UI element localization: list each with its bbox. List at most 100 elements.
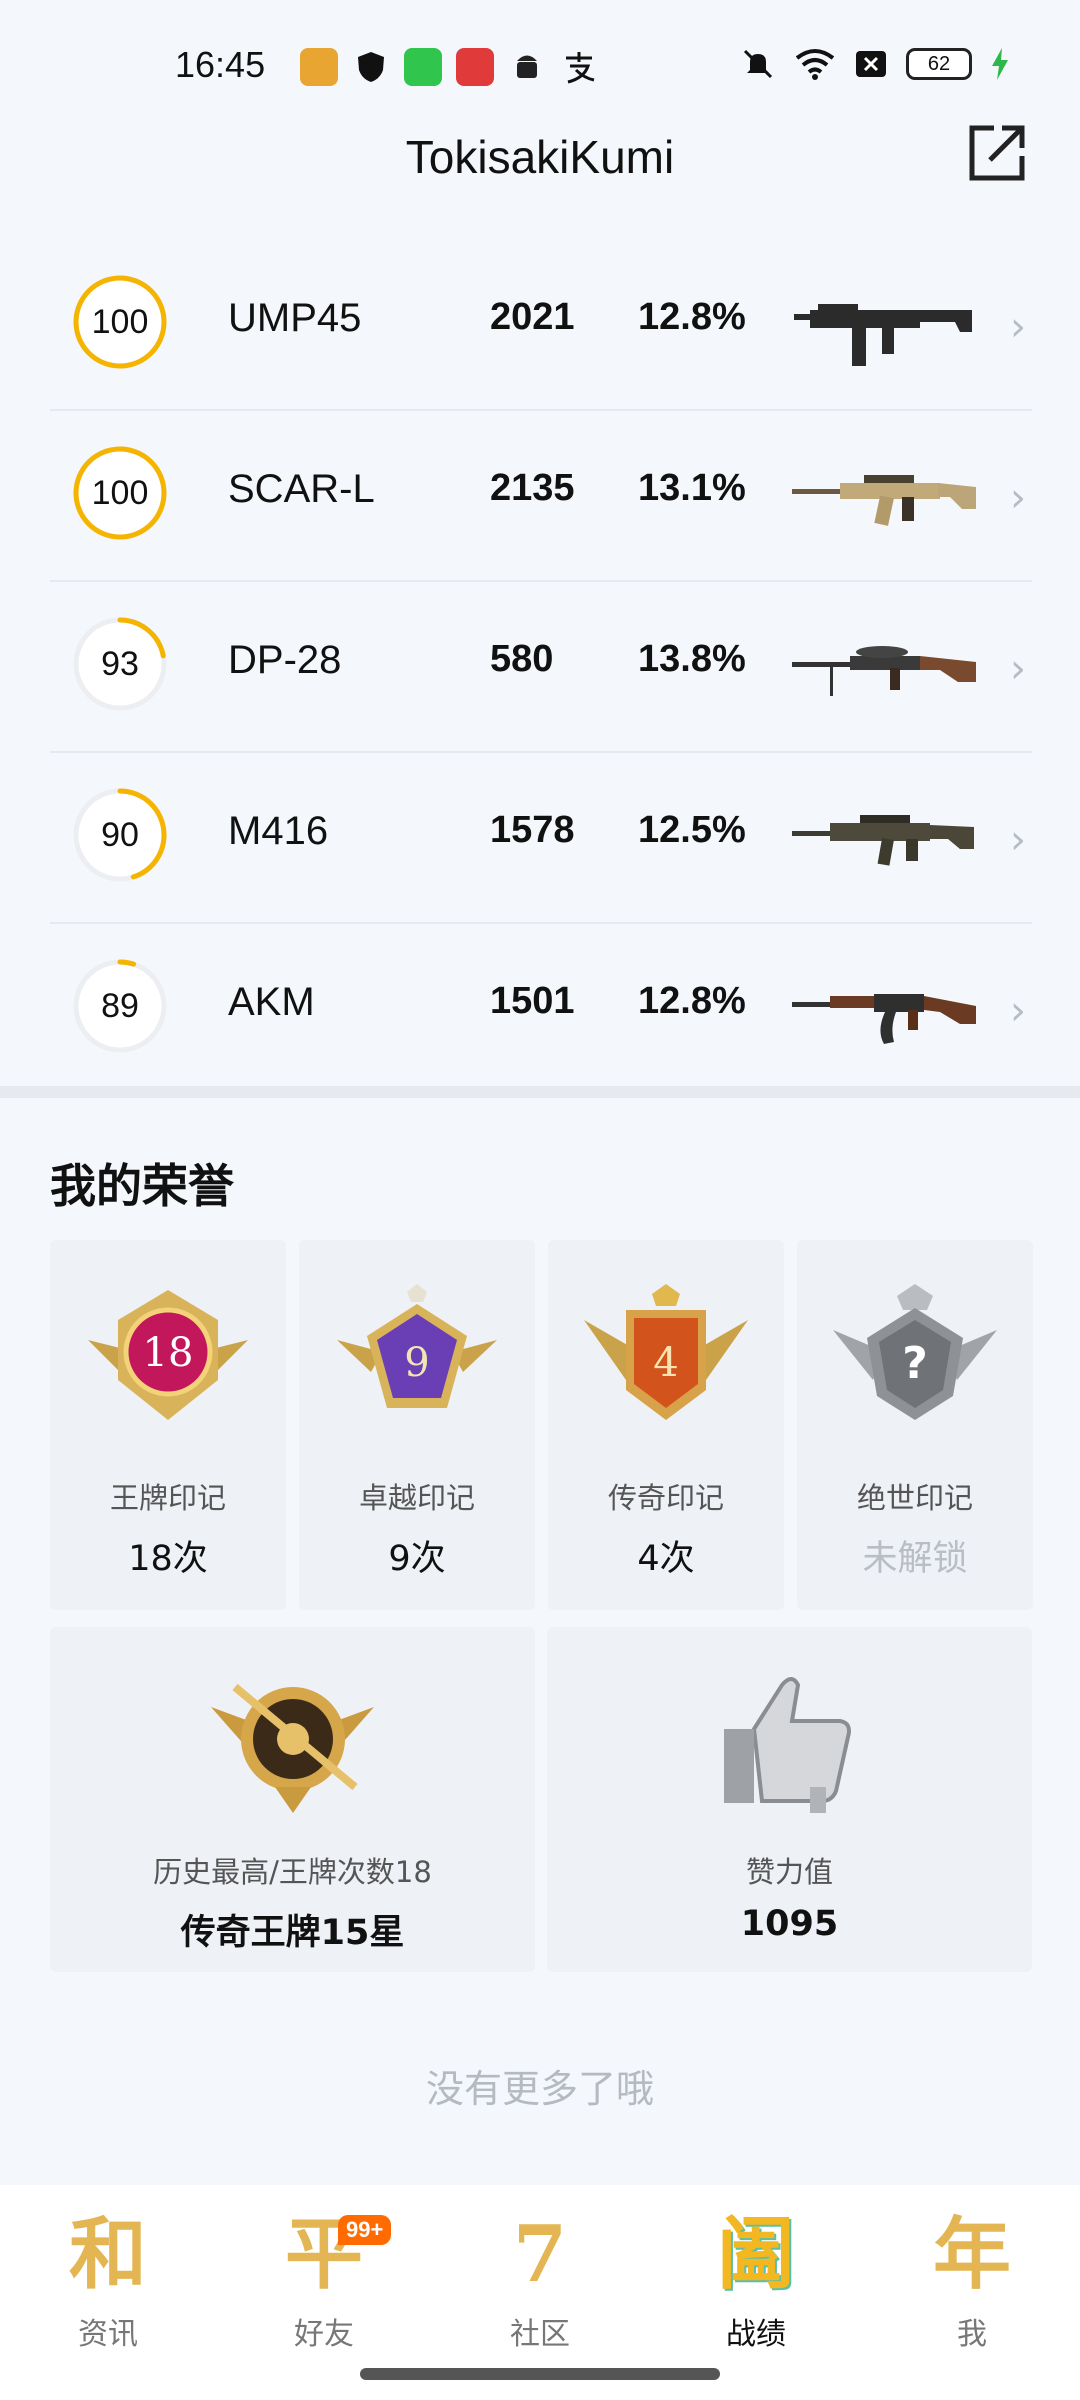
music-app-icon <box>456 48 494 86</box>
badge-number: 18 <box>143 1330 194 1376</box>
section-divider <box>0 1086 1080 1098</box>
likes-label: 赞力值 <box>745 1855 833 1889</box>
share-icon[interactable] <box>966 122 1028 184</box>
rifle-icon <box>792 475 976 526</box>
rank-emblem-icon <box>211 1683 374 1813</box>
proficiency-score: 100 <box>91 302 149 341</box>
honor-card[interactable]: ? 绝世印记 未解锁 <box>797 1240 1033 1610</box>
weapon-kills: 1501 <box>490 980 575 1022</box>
highest-rank-label: 历史最高/王牌次数18 <box>153 1855 432 1889</box>
chevron-right-icon: › <box>1010 304 1026 350</box>
mute-icon <box>743 49 773 79</box>
badge-number: 4 <box>653 1340 678 1386</box>
shield-icon <box>352 48 390 86</box>
nav-label: 战绩 <box>726 2317 786 2352</box>
honor-value: 18次 <box>128 1539 208 1579</box>
sim-icon <box>856 51 886 77</box>
weapon-row[interactable]: 100 UMP45 2021 12.8% › <box>50 240 1032 411</box>
ak-icon <box>792 994 976 1044</box>
excellent-badge-icon: 9 <box>337 1284 497 1408</box>
chat-app-icon <box>404 48 442 86</box>
weapon-row[interactable]: 90 M416 1578 12.5% › <box>50 753 1032 924</box>
weapon-name: AKM <box>228 980 315 1024</box>
weapon-rate: 12.8% <box>638 980 746 1022</box>
proficiency-score: 90 <box>101 815 139 854</box>
news-icon: 和 <box>68 2209 147 2300</box>
chevron-right-icon: › <box>1010 988 1026 1034</box>
likes-value: 1095 <box>740 1904 839 1944</box>
proficiency-score: 93 <box>101 644 139 683</box>
weapon-kills: 1578 <box>490 809 575 851</box>
weapon-row[interactable]: 89 AKM 1501 12.8% › <box>50 924 1032 1095</box>
locked-badge-icon: ? <box>833 1284 997 1420</box>
chevron-right-icon: › <box>1010 817 1026 863</box>
end-of-list-text: 没有更多了哦 <box>425 2067 654 2111</box>
weapon-kills: 580 <box>490 638 554 680</box>
badge-number: ? <box>902 1338 928 1389</box>
page-header: TokisakiKumi <box>0 120 1080 200</box>
me-icon: 年 <box>932 2209 1011 2300</box>
honor-value: 4次 <box>637 1539 695 1579</box>
bottom-nav: 和 资讯 平 好友 99+ 7 社区 阖 战绩 年 我 <box>0 2185 1080 2400</box>
highest-rank-card[interactable]: 历史最高/王牌次数18 传奇王牌15星 <box>50 1627 535 1972</box>
weapon-kills: 2021 <box>490 296 575 338</box>
weapon-name: M416 <box>228 809 329 853</box>
nav-label: 社区 <box>510 2317 570 2352</box>
weapon-name: UMP45 <box>228 296 362 340</box>
honor-label: 卓越印记 <box>358 1481 475 1515</box>
status-bar: 16:45 62 <box>0 0 1080 130</box>
wifi-icon <box>795 49 835 80</box>
thumbs-up-icon <box>724 1677 851 1813</box>
honor-card[interactable]: 18 王牌印记 18次 <box>50 1240 286 1610</box>
smg-icon <box>794 304 972 366</box>
nav-label: 资讯 <box>78 2317 138 2352</box>
game-app-icon <box>300 48 338 86</box>
record-icon: 阖 <box>716 2209 795 2300</box>
nav-item-news[interactable]: 和 资讯 <box>38 2205 178 2353</box>
status-time: 16:45 <box>175 44 266 85</box>
honor-grid: 18 王牌印记 18次 9 卓越印记 9次 4 传奇印记 4次 ? 绝世印记 未… <box>50 1240 1033 1610</box>
ace-badge-icon: 18 <box>88 1290 248 1420</box>
community-icon: 7 <box>512 2209 568 2300</box>
highest-rank-value: 传奇王牌15星 <box>180 1913 405 1953</box>
weapon-rate: 12.5% <box>638 809 746 851</box>
honors-title: 我的荣誉 <box>50 1159 234 1213</box>
weapon-row[interactable]: 93 DP-28 580 13.8% › <box>50 582 1032 753</box>
android-icon <box>508 48 546 86</box>
badge-number: 9 <box>404 1340 429 1386</box>
page-title: TokisakiKumi <box>405 131 675 183</box>
honor-label: 绝世印记 <box>856 1481 973 1515</box>
weapon-name: DP-28 <box>228 638 342 682</box>
proficiency-score: 100 <box>91 473 149 512</box>
honor-wide-row: 历史最高/王牌次数18 传奇王牌15星 赞力值 1095 <box>50 1627 1032 1972</box>
weapon-rate: 13.1% <box>638 467 746 509</box>
nav-item-friends[interactable]: 平 好友 99+ <box>254 2205 394 2353</box>
notification-icons <box>300 48 598 86</box>
honor-value: 9次 <box>388 1539 446 1579</box>
weapon-rate: 12.8% <box>638 296 746 338</box>
honor-card[interactable]: 4 传奇印记 4次 <box>548 1240 784 1610</box>
chevron-right-icon: › <box>1010 646 1026 692</box>
home-indicator[interactable] <box>360 2368 720 2380</box>
honor-label: 王牌印记 <box>109 1481 226 1515</box>
weapon-rate: 13.8% <box>638 638 746 680</box>
weapon-list: 100 UMP45 2021 12.8% › 100 SCAR-L 2135 1… <box>50 240 1032 1095</box>
honor-card[interactable]: 9 卓越印记 9次 <box>299 1240 535 1610</box>
nav-item-record[interactable]: 阖 战绩 <box>686 2205 826 2353</box>
nav-item-me[interactable]: 年 我 <box>902 2205 1042 2353</box>
system-icons: 62 <box>740 46 1010 82</box>
honor-label: 传奇印记 <box>607 1481 724 1515</box>
chevron-right-icon: › <box>1010 475 1026 521</box>
weapon-name: SCAR-L <box>228 467 375 511</box>
charging-icon <box>992 48 1008 80</box>
weapon-row[interactable]: 100 SCAR-L 2135 13.1% › <box>50 411 1032 582</box>
likes-card[interactable]: 赞力值 1095 <box>547 1627 1032 1972</box>
weapon-kills: 2135 <box>490 467 575 509</box>
alipay-icon <box>560 48 598 86</box>
nav-item-community[interactable]: 7 社区 <box>470 2205 610 2353</box>
honor-value: 未解锁 <box>862 1539 968 1579</box>
nav-label: 好友 <box>294 2317 354 2352</box>
lmg-icon <box>792 646 976 696</box>
notification-badge: 99+ <box>338 2215 392 2245</box>
nav-label: 我 <box>957 2317 987 2352</box>
